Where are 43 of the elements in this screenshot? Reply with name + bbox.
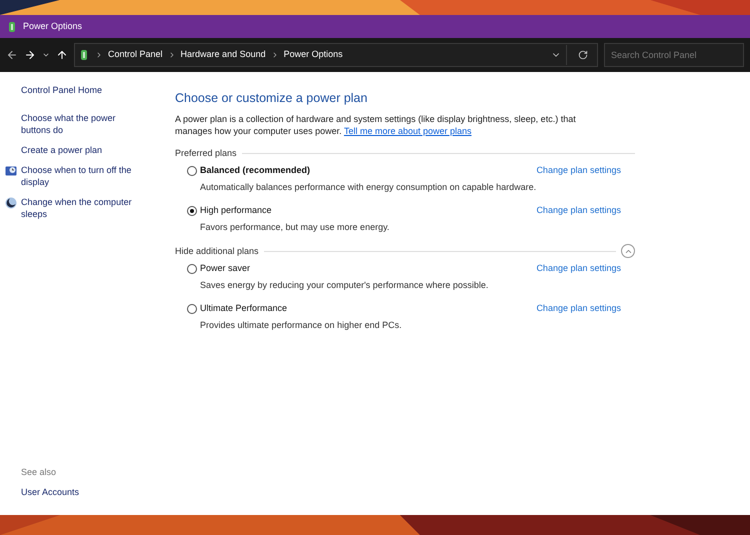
intro-text: A power plan is a collection of hardware and system settings (like display brightness, sleep, etc.) that manages how your computer uses power. Tell me more about power plans [175,112,577,137]
plan-name[interactable]: Power saver [200,262,250,276]
search-field[interactable]: Search Control Panel [604,43,744,67]
change-plan-link[interactable]: Change plan settings [536,262,621,276]
collapse-button[interactable] [621,244,635,258]
sidebar-link[interactable]: Change when the computer sleeps [21,196,146,220]
window-title: Power Options [23,20,82,33]
sidebar-link[interactable]: Control Panel Home [21,84,102,96]
radio-button[interactable] [187,264,197,274]
breadcrumb[interactable]: Control Panel [108,48,163,62]
group-heading: Preferred plans [175,146,237,160]
breadcrumb[interactable]: Power Options [284,48,343,62]
plan-name[interactable]: Balanced (recommended) [200,164,310,178]
sidebar-link[interactable]: Choose what the power buttons do [21,112,146,136]
up-icon[interactable] [56,49,68,61]
refresh-icon[interactable] [578,50,588,60]
breadcrumb[interactable]: Hardware and Sound [180,48,266,62]
monitor-clock-icon [5,165,17,177]
plan-name[interactable]: Ultimate Performance [200,302,288,316]
plan-description: Provides ultimate performance on higher end PCs. [199,318,403,332]
address-field[interactable]: Control Panel Hardware and Sound Power Options [74,43,598,67]
radio-button[interactable] [187,206,197,216]
radio-button[interactable] [187,304,197,314]
sidebar-link[interactable]: Create a power plan [21,144,102,156]
forward-icon[interactable] [24,49,36,61]
change-plan-link[interactable]: Change plan settings [536,302,621,316]
group-heading[interactable]: Hide additional plans [175,244,259,258]
moon-icon [5,197,17,209]
change-plan-link[interactable]: Change plan settings [536,164,621,178]
plan-description: Saves energy by reducing your computer's performance where possible. [199,278,490,292]
help-link[interactable]: Tell me more about power plans [344,126,472,136]
back-icon[interactable] [6,49,18,61]
radio-button[interactable] [187,166,197,176]
change-plan-link[interactable]: Change plan settings [536,204,621,218]
sidebar-link[interactable]: Choose when to turn off the display [21,164,146,188]
plan-name[interactable]: High performance [200,204,272,218]
separator-icon [95,51,103,59]
see-also-heading: See also [21,466,58,479]
recent-locations-icon[interactable] [42,51,50,59]
plan-description: Favors performance, but may use more energy. [199,220,390,234]
plan-description: Automatically balances performance with energy consumption on capable hardware. [199,180,538,194]
page-title: Choose or customize a power plan [175,90,368,107]
sidebar-link[interactable]: User Accounts [21,486,157,499]
